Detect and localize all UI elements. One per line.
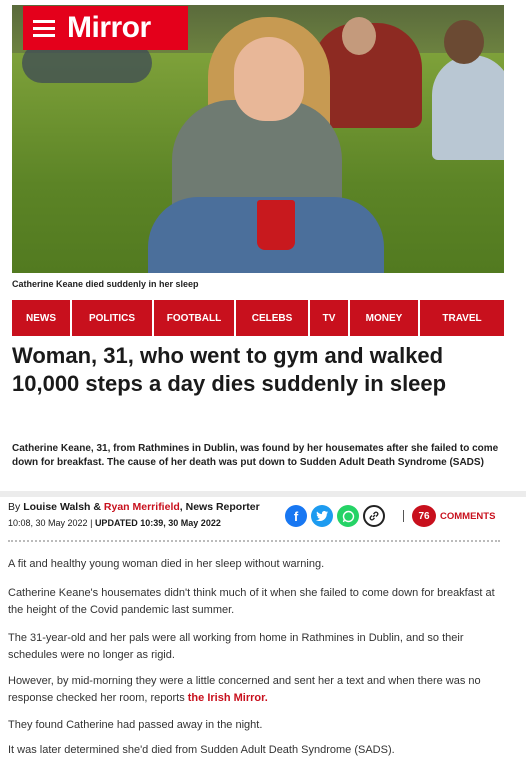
brand-wordmark: Mirror (67, 11, 151, 44)
author-link[interactable]: Louise Walsh (23, 501, 90, 513)
photo-caption: Catherine Keane died suddenly in her sle… (12, 279, 199, 289)
paragraph: Catherine Keane's housemates didn't thin… (8, 587, 495, 616)
byline: By Louise Walsh & Ryan Merrifield, News … (8, 501, 260, 513)
paragraph: They found Catherine had passed away in … (8, 719, 263, 731)
article-standfirst: Catherine Keane, 31, from Rathmines in D… (12, 443, 499, 468)
comments-link[interactable]: 76 COMMENTS (412, 505, 495, 527)
published-time: 10:08, 30 May 2022 (8, 518, 88, 528)
menu-icon[interactable] (33, 19, 55, 37)
comment-count-badge: 76 (412, 505, 436, 527)
nav-football[interactable]: FOOTBALL (154, 300, 234, 336)
paragraph: A fit and healthy young woman died in he… (8, 558, 325, 570)
dotted-divider (8, 540, 500, 542)
paragraph: It was later determined she'd died from … (8, 744, 395, 756)
article-dates: 10:08, 30 May 2022 | UPDATED 10:39, 30 M… (8, 518, 221, 528)
nav-tv[interactable]: TV (310, 300, 348, 336)
share-separator (403, 510, 404, 522)
updated-time: UPDATED 10:39, 30 May 2022 (94, 518, 221, 528)
nav-travel[interactable]: TRAVEL (420, 300, 504, 336)
share-bar: f (285, 505, 385, 527)
red-cup (257, 200, 295, 250)
paragraph: The 31-year-old and her pals were all wo… (8, 632, 464, 661)
mirror-logo[interactable]: Mirror (23, 6, 188, 50)
article-headline: Woman, 31, who went to gym and walked 10… (12, 343, 447, 396)
comments-label: COMMENTS (440, 510, 496, 522)
author-link[interactable]: Ryan Merrifield (104, 501, 180, 513)
nav-money[interactable]: MONEY (350, 300, 418, 336)
link-icon[interactable] (363, 505, 385, 527)
twitter-icon[interactable] (311, 505, 333, 527)
irish-mirror-link[interactable]: the Irish Mirror. (188, 692, 268, 704)
divider (0, 491, 526, 497)
section-nav: NEWS POLITICS FOOTBALL CELEBS TV MONEY T… (12, 300, 504, 336)
nav-news[interactable]: NEWS (12, 300, 70, 336)
facebook-icon[interactable]: f (285, 505, 307, 527)
nav-politics[interactable]: POLITICS (72, 300, 152, 336)
nav-celebs[interactable]: CELEBS (236, 300, 308, 336)
paragraph: However, by mid-morning they were a litt… (8, 675, 481, 704)
whatsapp-icon[interactable] (337, 505, 359, 527)
